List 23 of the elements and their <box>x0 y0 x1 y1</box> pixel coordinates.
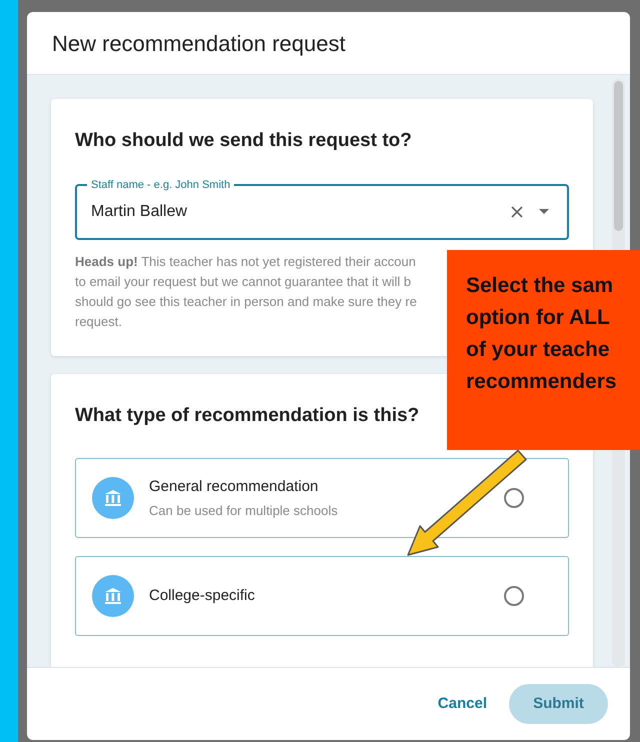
dialog-title: New recommendation request <box>52 30 346 58</box>
notice-text: to email your request but we cannot guarantee that it will b <box>75 272 412 291</box>
callout-text: option for ALL <box>466 305 610 331</box>
notice-text: should go see this teacher in person and make sure they re <box>75 292 417 311</box>
callout-text: recommenders <box>466 369 617 395</box>
building-icon <box>92 575 134 617</box>
building-icon <box>92 477 134 519</box>
section-title: What type of recommendation is this? <box>75 404 420 428</box>
notice-text: Heads up! This teacher has not yet registered their accoun <box>75 252 416 271</box>
radio-button[interactable] <box>504 586 524 606</box>
option-subtitle: Can be used for multiple schools <box>149 502 339 520</box>
section-title: Who should we send this request to? <box>75 129 413 153</box>
recommendation-option[interactable]: College-specific <box>75 556 569 636</box>
notice-text: request. <box>75 312 122 331</box>
callout-text: of your teache <box>466 337 610 363</box>
dropdown-caret-icon <box>539 209 549 214</box>
option-title: College-specific <box>149 586 256 606</box>
scrollbar-thumb[interactable] <box>614 81 623 231</box>
callout-text: Select the sam <box>466 273 614 299</box>
clear-icon <box>509 204 525 220</box>
cancel-button[interactable]: Cancel <box>436 686 489 722</box>
radio-button[interactable] <box>504 488 524 508</box>
option-title: General recommendation <box>149 476 320 496</box>
